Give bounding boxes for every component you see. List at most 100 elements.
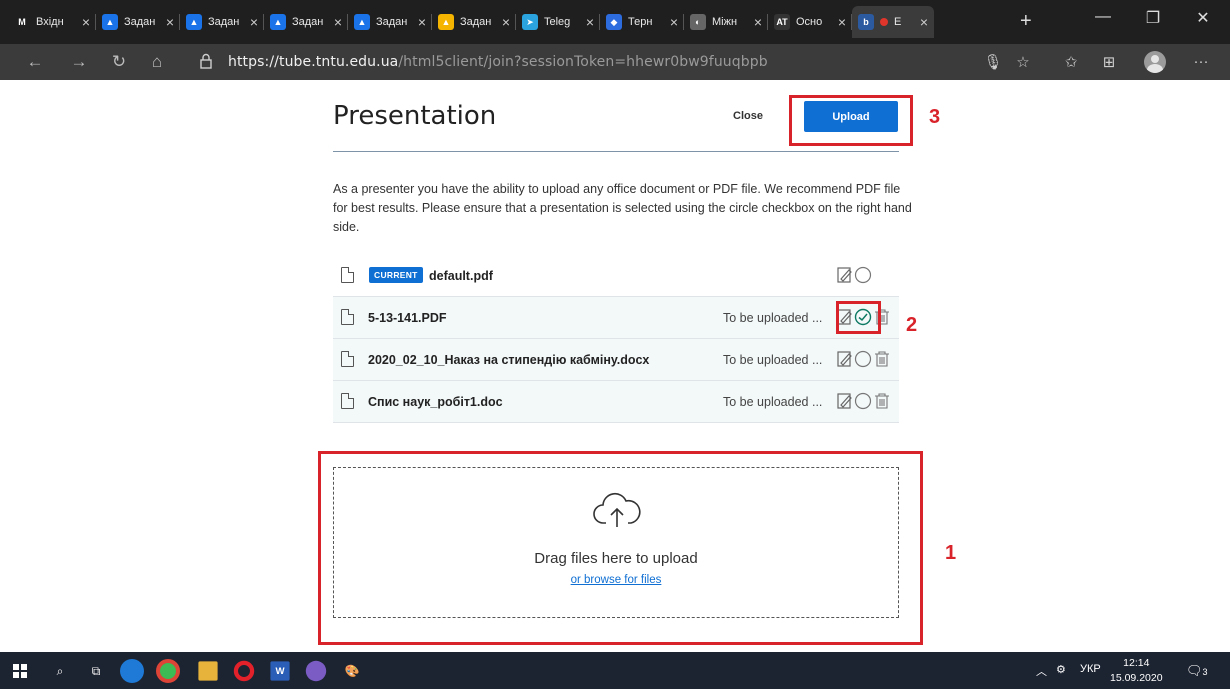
browser-tab[interactable]: ▲ Задан × <box>180 6 264 38</box>
address-bar: ← → ↻ ⌂ https://tube.tntu.edu.ua/html5cl… <box>0 44 1230 80</box>
microphone-icon[interactable]: 🎙 <box>980 53 1006 71</box>
tab-close-icon[interactable]: × <box>82 14 90 30</box>
upload-description: As a presenter you have the ability to u… <box>333 182 912 234</box>
tab-close-icon[interactable]: × <box>670 14 678 30</box>
tab-title: Teleg <box>544 16 571 28</box>
toggle-download-icon[interactable] <box>836 350 854 368</box>
browser-tab[interactable]: b E × <box>852 6 934 38</box>
file-explorer-icon[interactable] <box>198 661 218 681</box>
browser-tab[interactable]: ◆ Терн × <box>600 6 684 38</box>
viber-icon[interactable] <box>305 660 327 682</box>
tab-favicon-icon: ▲ <box>186 14 202 30</box>
show-hidden-icons-icon[interactable]: ︿ <box>1036 663 1047 679</box>
trash-icon[interactable] <box>873 308 891 326</box>
url-host: https://tube.tntu.edu.ua <box>228 54 399 70</box>
tab-favicon-icon: M <box>14 14 30 30</box>
refresh-icon[interactable]: ↻ <box>104 52 134 72</box>
clock-date: 15.09.2020 <box>1110 672 1163 684</box>
window-close-button[interactable]: ✕ <box>1180 8 1226 28</box>
tab-title: Вхідн <box>36 16 64 28</box>
search-icon[interactable]: ⌕ <box>48 659 72 683</box>
document-icon <box>341 393 354 409</box>
home-icon[interactable]: ⌂ <box>142 52 172 72</box>
tab-close-icon[interactable]: × <box>920 14 928 30</box>
upload-status: To be uploaded ... <box>723 311 823 325</box>
collections-icon[interactable]: ⊞ <box>1096 53 1122 71</box>
tab-close-icon[interactable]: × <box>586 14 594 30</box>
browser-tab[interactable]: ▲ Задан × <box>432 6 516 38</box>
clock-time: 12:14 <box>1123 657 1150 669</box>
browser-tab[interactable]: ▲ Задан × <box>96 6 180 38</box>
word-app-icon[interactable]: W <box>270 661 290 681</box>
browse-files-link[interactable]: or browse for files <box>334 574 898 586</box>
new-tab-button[interactable]: + <box>1020 10 1032 33</box>
file-list: CURRENT default.pdf 5-13-141.PDF To be uplo… <box>333 255 899 423</box>
browser-tab[interactable]: ◐ Міжн × <box>684 6 768 38</box>
tab-title: Задан <box>460 16 492 28</box>
language-indicator[interactable]: УКР <box>1080 663 1101 675</box>
tab-close-icon[interactable]: × <box>838 14 846 30</box>
current-badge: CURRENT <box>369 267 423 283</box>
select-circle-icon[interactable] <box>854 350 872 368</box>
document-icon <box>341 351 354 367</box>
tab-close-icon[interactable]: × <box>166 14 174 30</box>
toggle-download-icon[interactable] <box>836 308 854 326</box>
network-icon[interactable]: ⚙ <box>1056 663 1066 676</box>
file-name: Спис наук_робіт1.doc <box>368 395 503 409</box>
chrome-profile-icon[interactable] <box>156 659 180 683</box>
file-row[interactable]: 5-13-141.PDF To be uploaded ... <box>333 297 899 339</box>
more-menu-icon[interactable]: ··· <box>1188 53 1214 70</box>
tab-favicon-icon: ▲ <box>102 14 118 30</box>
back-icon[interactable]: ← <box>20 52 50 72</box>
notifications-icon[interactable]: 🗨3 <box>1186 663 1208 679</box>
recording-dot-icon <box>880 18 888 26</box>
edge-browser-icon[interactable] <box>120 659 144 683</box>
lock-icon[interactable] <box>200 53 212 69</box>
task-view-icon[interactable]: ⧉ <box>84 659 108 683</box>
browser-tab-strip: M Вхідн × ▲ Задан × ▲ Задан × ▲ Задан × ▲ Задан × ▲ Зада… <box>0 0 1230 44</box>
file-row[interactable]: CURRENT default.pdf <box>333 255 899 297</box>
selected-checkbox-icon[interactable] <box>854 308 872 326</box>
tab-close-icon[interactable]: × <box>502 14 510 30</box>
paint-app-icon[interactable]: 🎨 <box>340 659 364 683</box>
file-row[interactable]: Спис наук_робіт1.doc To be uploaded ... <box>333 381 899 423</box>
system-clock[interactable]: 12:14 15.09.2020 <box>1110 656 1163 686</box>
trash-icon[interactable] <box>873 350 891 368</box>
close-button[interactable]: Close <box>733 110 763 122</box>
browser-tab[interactable]: AT Осно × <box>768 6 852 38</box>
browser-tab[interactable]: ▲ Задан × <box>264 6 348 38</box>
file-name: default.pdf <box>429 269 493 283</box>
profile-avatar[interactable] <box>1144 51 1166 73</box>
windows-start-icon[interactable] <box>8 659 32 683</box>
document-icon <box>341 267 354 283</box>
browser-tab[interactable]: M Вхідн × <box>8 6 96 38</box>
windows-taskbar: ⌕ ⧉ W 🎨 ︿ ⚙ УКР 12:14 15.09.2020 🗨3 <box>0 652 1230 689</box>
trash-icon[interactable] <box>873 392 891 410</box>
select-circle-icon[interactable] <box>854 266 872 284</box>
tab-close-icon[interactable]: × <box>754 14 762 30</box>
browser-tab[interactable]: ➤ Teleg × <box>516 6 600 38</box>
opera-browser-icon[interactable] <box>233 660 255 682</box>
tab-favicon-icon: ▲ <box>270 14 286 30</box>
url-field[interactable]: https://tube.tntu.edu.ua/html5client/joi… <box>228 54 768 70</box>
browser-tab[interactable]: ▲ Задан × <box>348 6 432 38</box>
forward-icon[interactable]: → <box>64 52 94 72</box>
minimize-button[interactable]: — <box>1080 8 1126 26</box>
tab-close-icon[interactable]: × <box>334 14 342 30</box>
file-row[interactable]: 2020_02_10_Наказ на стипендію кабміну.do… <box>333 339 899 381</box>
url-path: /html5client/join?sessionToken=hhewr0bw9… <box>398 54 768 70</box>
toggle-download-icon[interactable] <box>836 392 854 410</box>
toggle-download-icon[interactable] <box>836 266 854 284</box>
drop-zone[interactable]: Drag files here to upload or browse for … <box>333 467 899 618</box>
tab-favicon-icon: AT <box>774 14 790 30</box>
favorites-list-icon[interactable]: ✩ <box>1058 53 1084 71</box>
tab-close-icon[interactable]: × <box>250 14 258 30</box>
tab-favicon-icon: ▲ <box>438 14 454 30</box>
favorite-star-icon[interactable]: ☆ <box>1010 53 1036 71</box>
notification-count: 3 <box>1202 667 1208 677</box>
maximize-button[interactable]: ❐ <box>1130 8 1176 28</box>
tab-close-icon[interactable]: × <box>418 14 426 30</box>
upload-button[interactable]: Upload <box>804 101 898 132</box>
tab-favicon-icon: b <box>858 14 874 30</box>
select-circle-icon[interactable] <box>854 392 872 410</box>
